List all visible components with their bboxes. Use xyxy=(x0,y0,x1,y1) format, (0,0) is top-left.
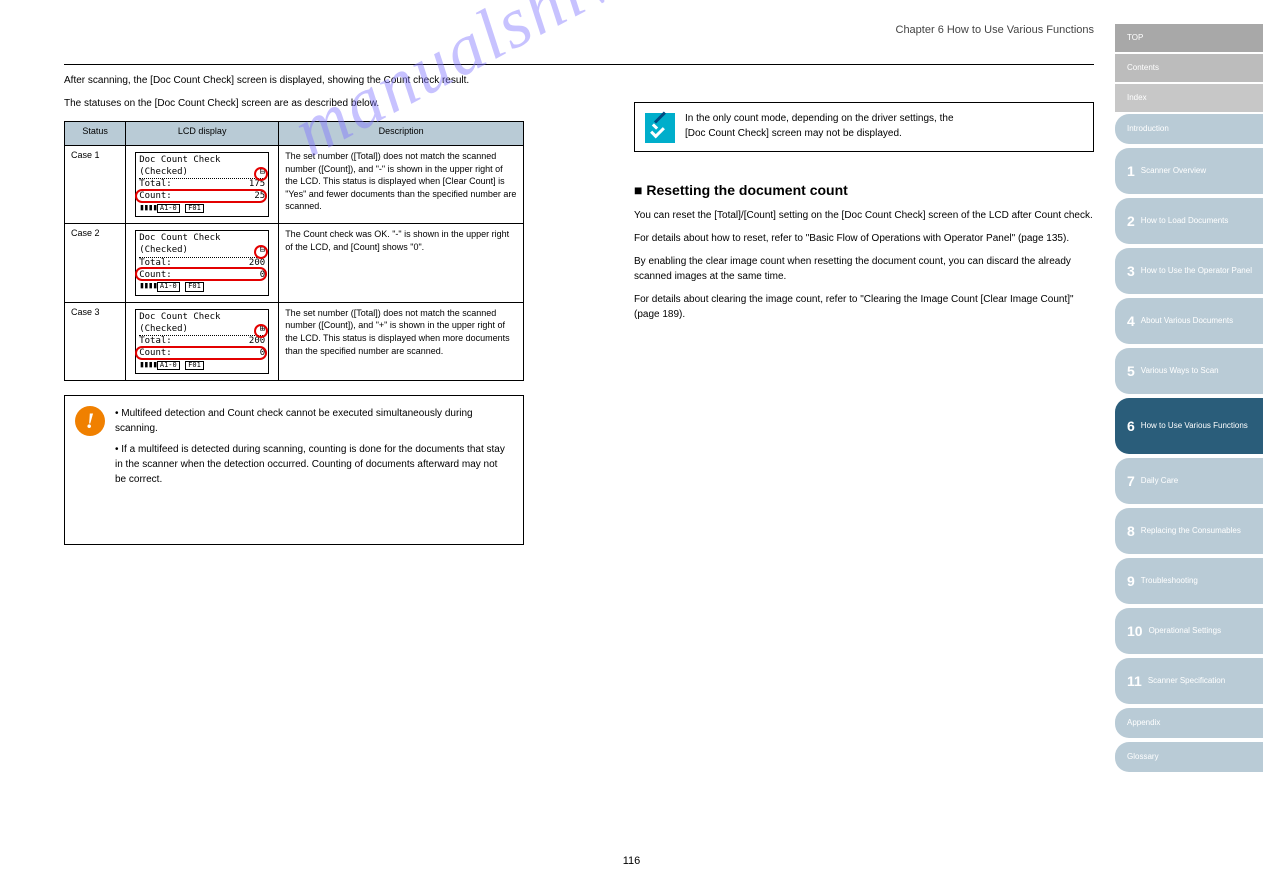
left-column: After scanning, the [Doc Count Check] sc… xyxy=(64,73,524,545)
tab-chapter-10[interactable]: 10Operational Settings xyxy=(1115,608,1263,654)
lcd-cell: Doc Count Check(Checked)⊟ Total:200 Coun… xyxy=(126,224,279,302)
col-desc: Description xyxy=(279,122,524,146)
status-cell: Case 3 xyxy=(65,302,126,380)
status-cell: Case 2 xyxy=(65,224,126,302)
intro-2: The statuses on the [Doc Count Check] sc… xyxy=(64,96,524,111)
header-rule xyxy=(64,64,1094,65)
highlight-ring-icon xyxy=(135,267,267,281)
paragraph: For details about how to reset, refer to… xyxy=(634,231,1094,246)
table-row: Case 2 Doc Count Check(Checked)⊟ Total:2… xyxy=(65,224,524,302)
lcd-cell: Doc Count Check(Checked)⊟ Total:175 Coun… xyxy=(126,146,279,224)
tab-contents[interactable]: Contents xyxy=(1115,54,1263,82)
desc-cell: The set number ([Total]) does not match … xyxy=(279,302,524,380)
col-status: Status xyxy=(65,122,126,146)
tab-chapter-5[interactable]: 5Various Ways to Scan xyxy=(1115,348,1263,394)
attention-box: ! • Multifeed detection and Count check … xyxy=(64,395,524,545)
tab-chapter-11[interactable]: 11Scanner Specification xyxy=(1115,658,1263,704)
tab-chapter-3[interactable]: 3How to Use the Operator Panel xyxy=(1115,248,1263,294)
subsection-heading: ■ Resetting the document count xyxy=(634,182,1094,198)
highlight-ring-icon xyxy=(135,189,267,203)
intro-1: After scanning, the [Doc Count Check] sc… xyxy=(64,73,524,88)
note-line: [Doc Count Check] screen may not be disp… xyxy=(685,126,1081,141)
page-body: Chapter 6 How to Use Various Functions A… xyxy=(64,24,1094,545)
attention-bullet: • Multifeed detection and Count check ca… xyxy=(115,406,511,436)
tab-chapter-4[interactable]: 4About Various Documents xyxy=(1115,298,1263,344)
feed-icon: ▮▮▮▮ xyxy=(139,360,157,372)
note-box: In the only count mode, depending on the… xyxy=(634,102,1094,152)
chapter-header: Chapter 6 How to Use Various Functions xyxy=(896,24,1095,36)
checkmark-icon xyxy=(645,113,675,143)
table-row: Case 1 Doc Count Check(Checked)⊟ Total:1… xyxy=(65,146,524,224)
highlight-ring-icon xyxy=(254,245,268,259)
feed-icon: ▮▮▮▮ xyxy=(139,281,157,293)
tab-chapter-7[interactable]: 7Daily Care xyxy=(1115,458,1263,504)
highlight-ring-icon xyxy=(254,324,268,338)
right-column: In the only count mode, depending on the… xyxy=(634,102,1094,330)
highlight-ring-icon xyxy=(254,167,268,181)
lcd-panel: Doc Count Check(Checked)⊟ Total:175 Coun… xyxy=(135,152,269,217)
status-table: Status LCD display Description Case 1 Do… xyxy=(64,121,524,381)
table-row: Case 3 Doc Count Check(Checked)⊞ Total:2… xyxy=(65,302,524,380)
tab-top[interactable]: TOP xyxy=(1115,24,1263,52)
attention-icon: ! xyxy=(75,406,105,436)
feed-icon: ▮▮▮▮ xyxy=(139,203,157,215)
paragraph: By enabling the clear image count when r… xyxy=(634,254,1094,284)
paragraph: You can reset the [Total]/[Count] settin… xyxy=(634,208,1094,223)
tab-appendix[interactable]: Appendix xyxy=(1115,708,1263,738)
tab-introduction[interactable]: Introduction xyxy=(1115,114,1263,144)
page-number: 116 xyxy=(623,855,641,867)
attention-bullet: • If a multifeed is detected during scan… xyxy=(115,442,511,487)
tab-chapter-1[interactable]: 1Scanner Overview xyxy=(1115,148,1263,194)
status-cell: Case 1 xyxy=(65,146,126,224)
tab-chapter-8[interactable]: 8Replacing the Consumables xyxy=(1115,508,1263,554)
lcd-panel: Doc Count Check(Checked)⊞ Total:200 Coun… xyxy=(135,309,269,374)
tab-chapter-6[interactable]: 6How to Use Various Functions xyxy=(1115,398,1263,454)
highlight-ring-icon xyxy=(135,346,267,360)
tab-glossary[interactable]: Glossary xyxy=(1115,742,1263,772)
tab-index[interactable]: Index xyxy=(1115,84,1263,112)
desc-cell: The Count check was OK. "-" is shown in … xyxy=(279,224,524,302)
col-display: LCD display xyxy=(126,122,279,146)
tab-chapter-2[interactable]: 2How to Load Documents xyxy=(1115,198,1263,244)
side-navigation: TOP Contents Index Introduction 1Scanner… xyxy=(1115,24,1263,776)
lcd-cell: Doc Count Check(Checked)⊞ Total:200 Coun… xyxy=(126,302,279,380)
tab-chapter-9[interactable]: 9Troubleshooting xyxy=(1115,558,1263,604)
lcd-panel: Doc Count Check(Checked)⊟ Total:200 Coun… xyxy=(135,230,269,295)
paragraph: For details about clearing the image cou… xyxy=(634,292,1094,322)
note-line: In the only count mode, depending on the… xyxy=(685,111,1081,126)
desc-cell: The set number ([Total]) does not match … xyxy=(279,146,524,224)
